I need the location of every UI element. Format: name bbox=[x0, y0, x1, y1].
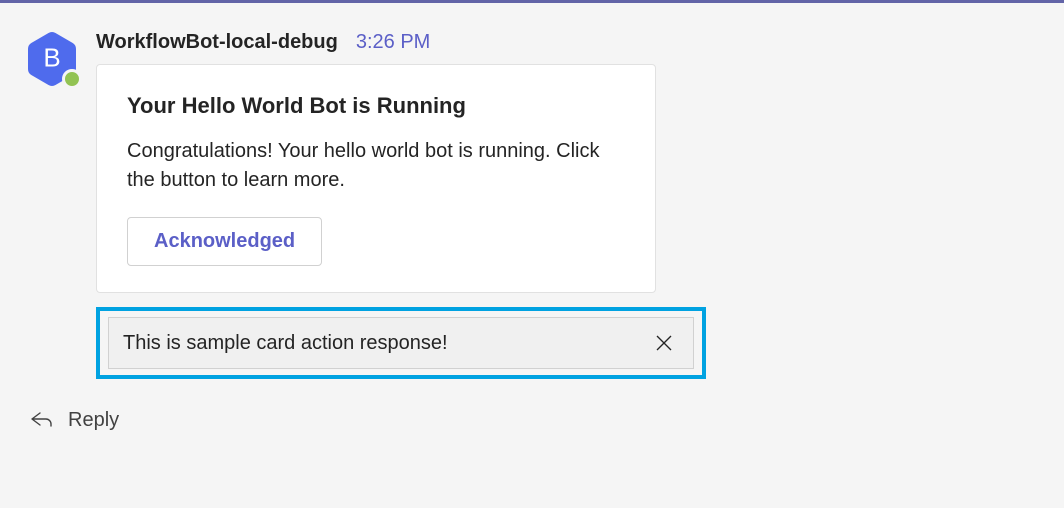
reply-button[interactable]: Reply bbox=[28, 407, 1040, 433]
message-row: B WorkflowBot-local-debug 3:26 PM Your H… bbox=[24, 23, 1040, 379]
toast-message: This is sample card action response! bbox=[123, 332, 448, 355]
reply-arrow-icon bbox=[28, 407, 54, 433]
message-timestamp: 3:26 PM bbox=[356, 31, 430, 54]
toast-close-button[interactable] bbox=[649, 328, 679, 358]
acknowledged-button[interactable]: Acknowledged bbox=[127, 217, 322, 266]
chat-container: B WorkflowBot-local-debug 3:26 PM Your H… bbox=[0, 0, 1064, 508]
bot-name[interactable]: WorkflowBot-local-debug bbox=[96, 31, 338, 54]
message-header: WorkflowBot-local-debug 3:26 PM bbox=[96, 31, 1040, 54]
action-response-toast: This is sample card action response! bbox=[108, 317, 694, 369]
bot-avatar[interactable]: B bbox=[24, 31, 80, 87]
card-body-text: Congratulations! Your hello world bot is… bbox=[127, 137, 625, 195]
presence-available-icon bbox=[62, 69, 82, 89]
adaptive-card: Your Hello World Bot is Running Congratu… bbox=[96, 64, 656, 293]
message-body: WorkflowBot-local-debug 3:26 PM Your Hel… bbox=[96, 23, 1040, 379]
avatar-initial: B bbox=[43, 42, 60, 73]
reply-label: Reply bbox=[68, 409, 119, 432]
toast-highlight-box: This is sample card action response! bbox=[96, 307, 706, 379]
card-title: Your Hello World Bot is Running bbox=[127, 93, 625, 119]
close-icon bbox=[653, 332, 675, 354]
